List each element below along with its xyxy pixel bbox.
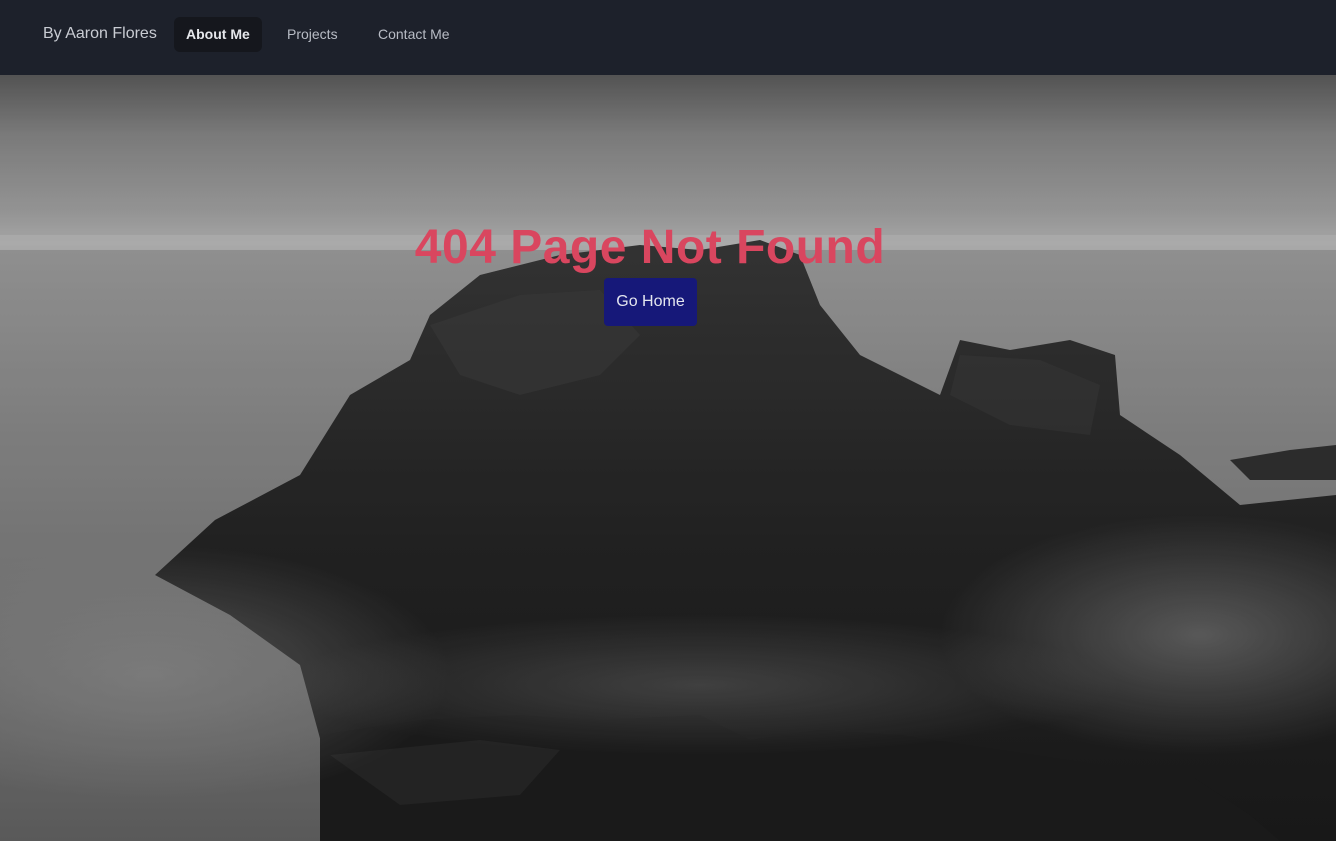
nav-item-contact-me[interactable]: Contact Me bbox=[366, 17, 462, 52]
go-home-button[interactable]: Go Home bbox=[604, 278, 697, 326]
brand-link[interactable]: By Aaron Flores bbox=[43, 25, 157, 43]
nav-item-projects[interactable]: Projects bbox=[275, 17, 350, 52]
hero-background: 404 Page Not Found Go Home bbox=[0, 75, 1336, 841]
top-navbar: By Aaron Flores About Me Projects Contac… bbox=[0, 0, 1336, 75]
page-title: 404 Page Not Found bbox=[414, 221, 886, 275]
nav-item-about-me[interactable]: About Me bbox=[174, 17, 262, 52]
rocky-seascape-image bbox=[0, 75, 1336, 841]
